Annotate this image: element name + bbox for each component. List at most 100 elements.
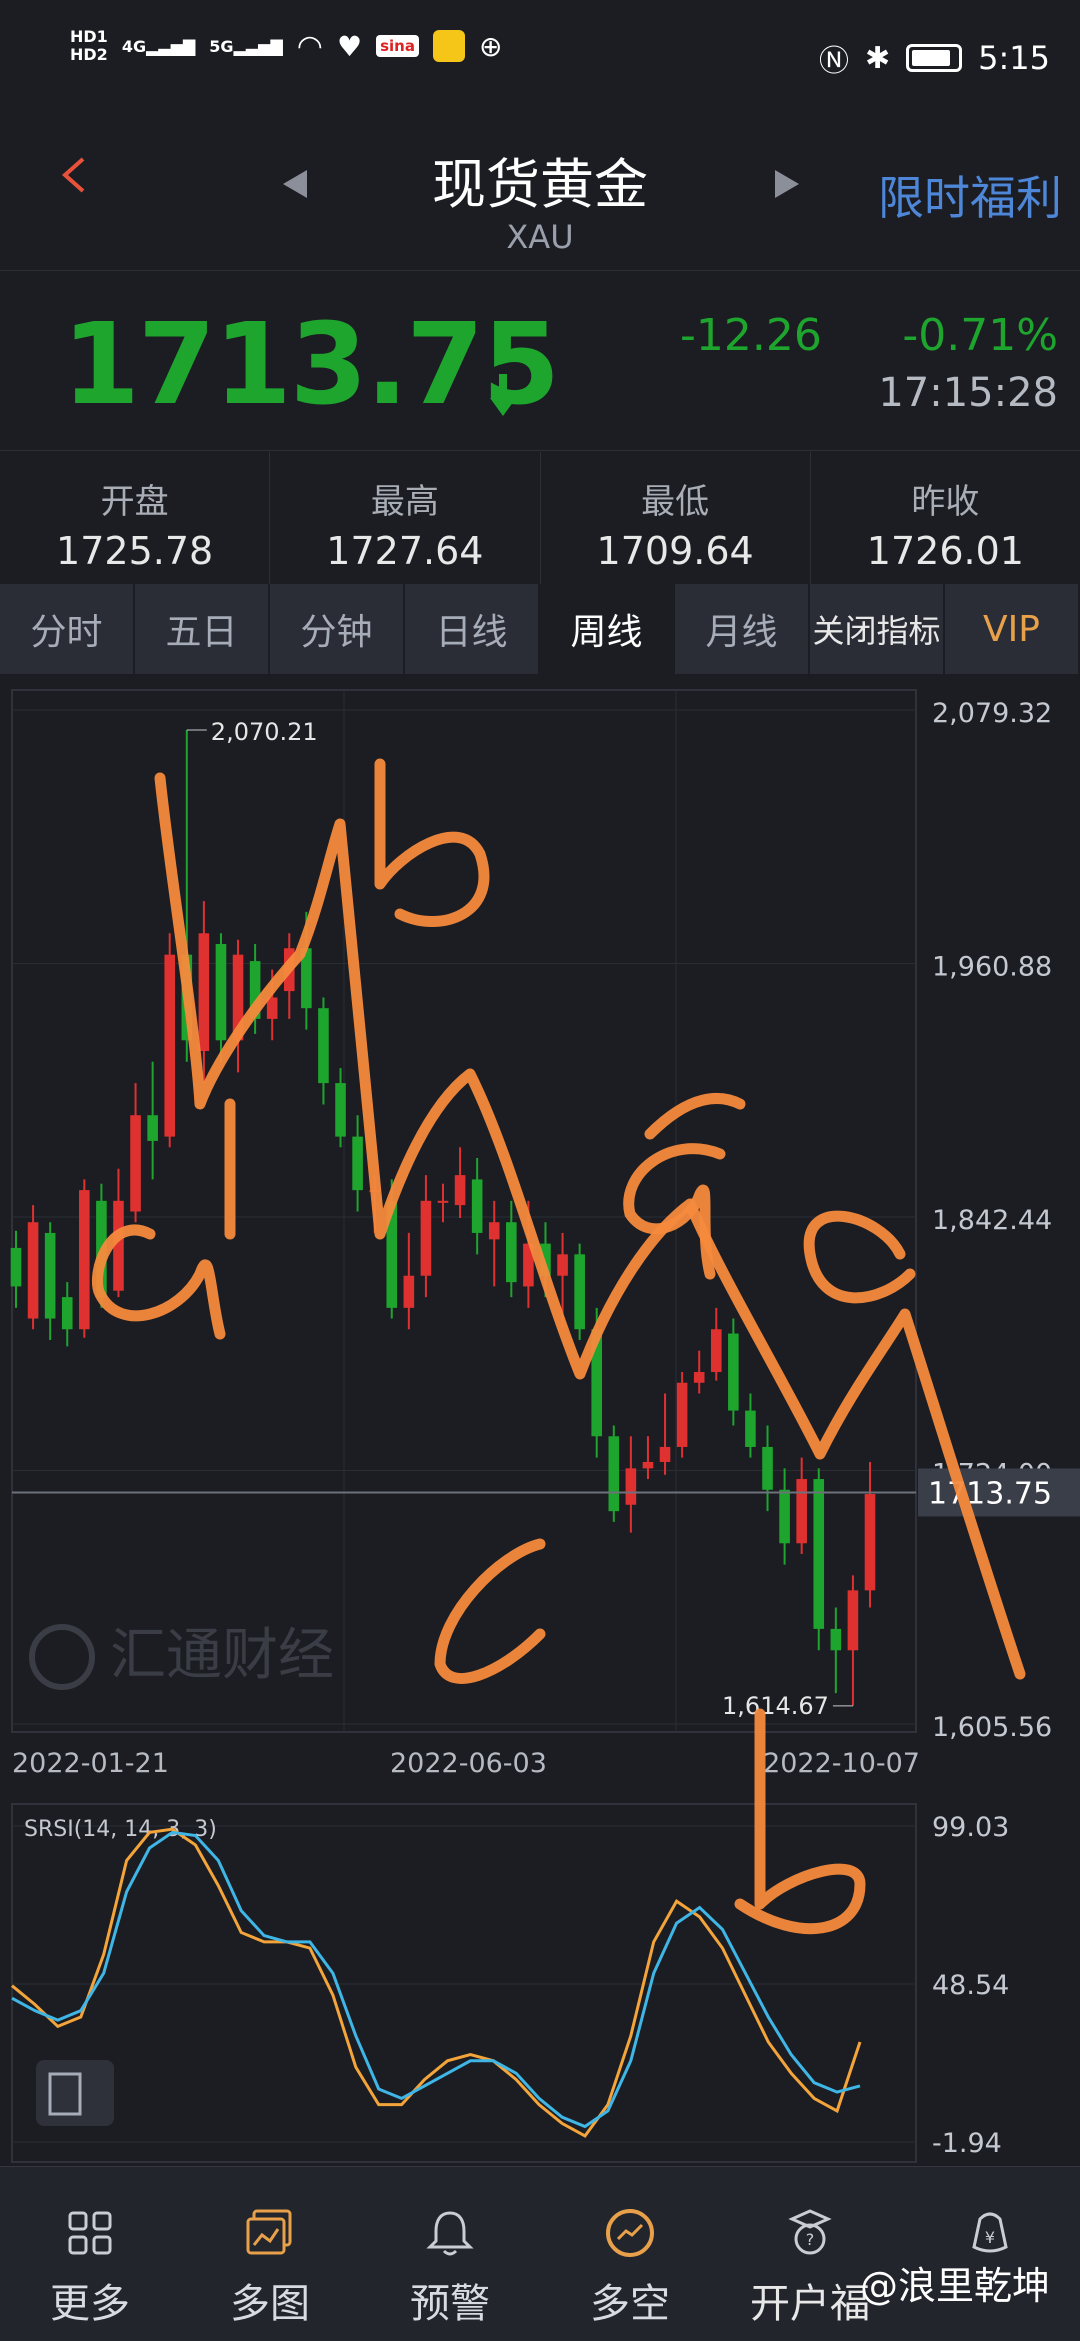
candle xyxy=(61,1297,73,1330)
candle xyxy=(198,933,210,1051)
stat-low: 最低 1709.64 xyxy=(541,452,811,584)
tab-monthly[interactable]: 月线 xyxy=(675,584,810,674)
wifi-icon: ◠ xyxy=(296,28,323,64)
srsi-y-tick-label: 99.03 xyxy=(932,1812,1009,1843)
candle xyxy=(659,1446,671,1462)
y-tick-label: 2,079.32 xyxy=(932,698,1052,729)
chart-area[interactable]: 2,079.321,960.881,842.441,724.001,605.56… xyxy=(0,674,1080,2166)
ball-icon: ⊕ xyxy=(478,29,503,63)
bluetooth-icon: ✱ xyxy=(865,40,891,76)
nav-long-short[interactable]: 多空 xyxy=(540,2167,720,2341)
weibo-icon xyxy=(432,30,465,62)
annotation-stroke xyxy=(734,1708,866,1935)
candle xyxy=(266,997,278,1019)
y-tick-label: 1,842.44 xyxy=(932,1205,1052,1236)
candle xyxy=(79,1190,90,1330)
long-short-icon xyxy=(606,2209,654,2257)
watermark-logo-icon xyxy=(29,1624,95,1690)
sina-icon: sina xyxy=(376,35,419,57)
y-tick-label: 1,605.56 xyxy=(932,1712,1052,1743)
down-arrow-icon xyxy=(490,374,516,416)
user-watermark: @浪里乾坤 xyxy=(859,2264,1050,2308)
heart-icon: ♥ xyxy=(336,29,363,63)
bell-icon xyxy=(426,2211,474,2256)
multi-chart-icon xyxy=(246,2209,292,2255)
hd-icon: HD1 HD2 xyxy=(70,27,108,64)
chart-watermark: 汇通财经 xyxy=(110,1623,334,1688)
header: 现货黄金 XAU 限时福利 xyxy=(0,100,1080,271)
annotation-stroke xyxy=(434,1538,546,1684)
srsi-y-tick-label: 48.54 xyxy=(932,1970,1009,2001)
candle xyxy=(557,1254,568,1276)
candle xyxy=(164,954,176,1137)
tab-minute[interactable]: 分钟 xyxy=(270,584,405,674)
candle xyxy=(693,1372,705,1383)
candle xyxy=(506,1222,517,1283)
x-tick-label: 2022-10-07 xyxy=(763,1748,920,1779)
annotation-stroke xyxy=(803,1210,916,1304)
candle xyxy=(830,1628,842,1651)
tab-daily[interactable]: 日线 xyxy=(405,584,540,674)
annotation-stroke xyxy=(644,1093,746,1140)
candle xyxy=(488,1222,500,1240)
x-tick-label: 2022-06-03 xyxy=(390,1748,547,1779)
candle xyxy=(813,1479,825,1629)
candle xyxy=(642,1461,654,1469)
bottom-nav: 更多 多图 预警 多空 ? 开户福 ¥ xyxy=(0,2166,1080,2341)
candle xyxy=(710,1329,722,1373)
candle xyxy=(44,1232,56,1319)
candle xyxy=(864,1494,876,1591)
price-change: -12.26 xyxy=(680,310,822,361)
nav-multi-chart[interactable]: 多图 xyxy=(180,2167,360,2341)
nav-wallet[interactable]: ¥ xyxy=(900,2167,1080,2341)
layout-toggle-button xyxy=(36,2060,114,2126)
5g-signal-icon: 5G▂▃▅▇ xyxy=(209,36,283,56)
wallet-icon: ¥ xyxy=(972,2212,1008,2253)
nav-open-account[interactable]: ? 开户福 xyxy=(720,2167,900,2341)
status-left: HD1 HD2 4G▂▃▅▇ 5G▂▃▅▇ ◠ ♥ sina ⊕ xyxy=(70,28,502,64)
nav-more[interactable]: 更多 xyxy=(0,2167,180,2341)
candle xyxy=(130,1115,141,1212)
status-bar: HD1 HD2 4G▂▃▅▇ 5G▂▃▅▇ ◠ ♥ sina ⊕ Ⓝ ✱ 5:1… xyxy=(0,0,1080,100)
quote-panel: 1713.75 -12.26 -0.71% 17:15:28 xyxy=(0,270,1080,451)
candle xyxy=(847,1590,859,1651)
annotation-stroke xyxy=(374,758,490,927)
svg-text:?: ? xyxy=(806,2230,815,2249)
current-price-tag-label: 1713.75 xyxy=(928,1476,1052,1511)
stats-row: 开盘 1725.78 最高 1727.64 最低 1709.64 昨收 1726… xyxy=(0,452,1080,584)
stat-high: 最高 1727.64 xyxy=(270,452,541,584)
candle xyxy=(147,1115,158,1141)
candle xyxy=(796,1479,807,1544)
battery-icon xyxy=(906,44,963,72)
status-right: Ⓝ ✱ 5:15 xyxy=(819,36,1050,80)
tab-close-indicator[interactable]: 关闭指标 xyxy=(810,584,945,674)
candle xyxy=(676,1382,688,1447)
quote-time: 17:15:28 xyxy=(878,370,1058,416)
promo-link[interactable]: 限时福利 xyxy=(878,162,1062,228)
battery-level xyxy=(912,50,950,66)
candle xyxy=(10,1247,22,1287)
candle xyxy=(335,1083,346,1137)
candle xyxy=(420,1200,432,1276)
grid-icon xyxy=(68,2211,112,2255)
tab-weekly[interactable]: 周线 xyxy=(540,584,675,674)
period-tabs: 分时 五日 分钟 日线 周线 月线 关闭指标 VIP xyxy=(0,584,1080,674)
stat-prev-close: 昨收 1726.01 xyxy=(866,482,1024,573)
tab-vip[interactable]: VIP xyxy=(945,584,1080,674)
candle xyxy=(215,943,227,1041)
candle xyxy=(779,1489,790,1544)
srsi-d-line xyxy=(11,1830,861,2129)
nav-alert[interactable]: 预警 xyxy=(360,2167,540,2341)
candle xyxy=(471,1179,483,1233)
next-instrument-icon[interactable] xyxy=(775,170,799,198)
price-change-pct: -0.71% xyxy=(902,310,1058,361)
candle xyxy=(574,1254,585,1330)
candle xyxy=(318,1008,329,1084)
candle xyxy=(454,1175,466,1206)
high-label: 2,070.21 xyxy=(211,718,318,746)
main-chart-frame xyxy=(11,689,917,1733)
candle xyxy=(762,1446,773,1490)
account-gift-icon: ? xyxy=(788,2209,832,2255)
tab-five-day[interactable]: 五日 xyxy=(135,584,270,674)
tab-intraday[interactable]: 分时 xyxy=(0,584,135,674)
